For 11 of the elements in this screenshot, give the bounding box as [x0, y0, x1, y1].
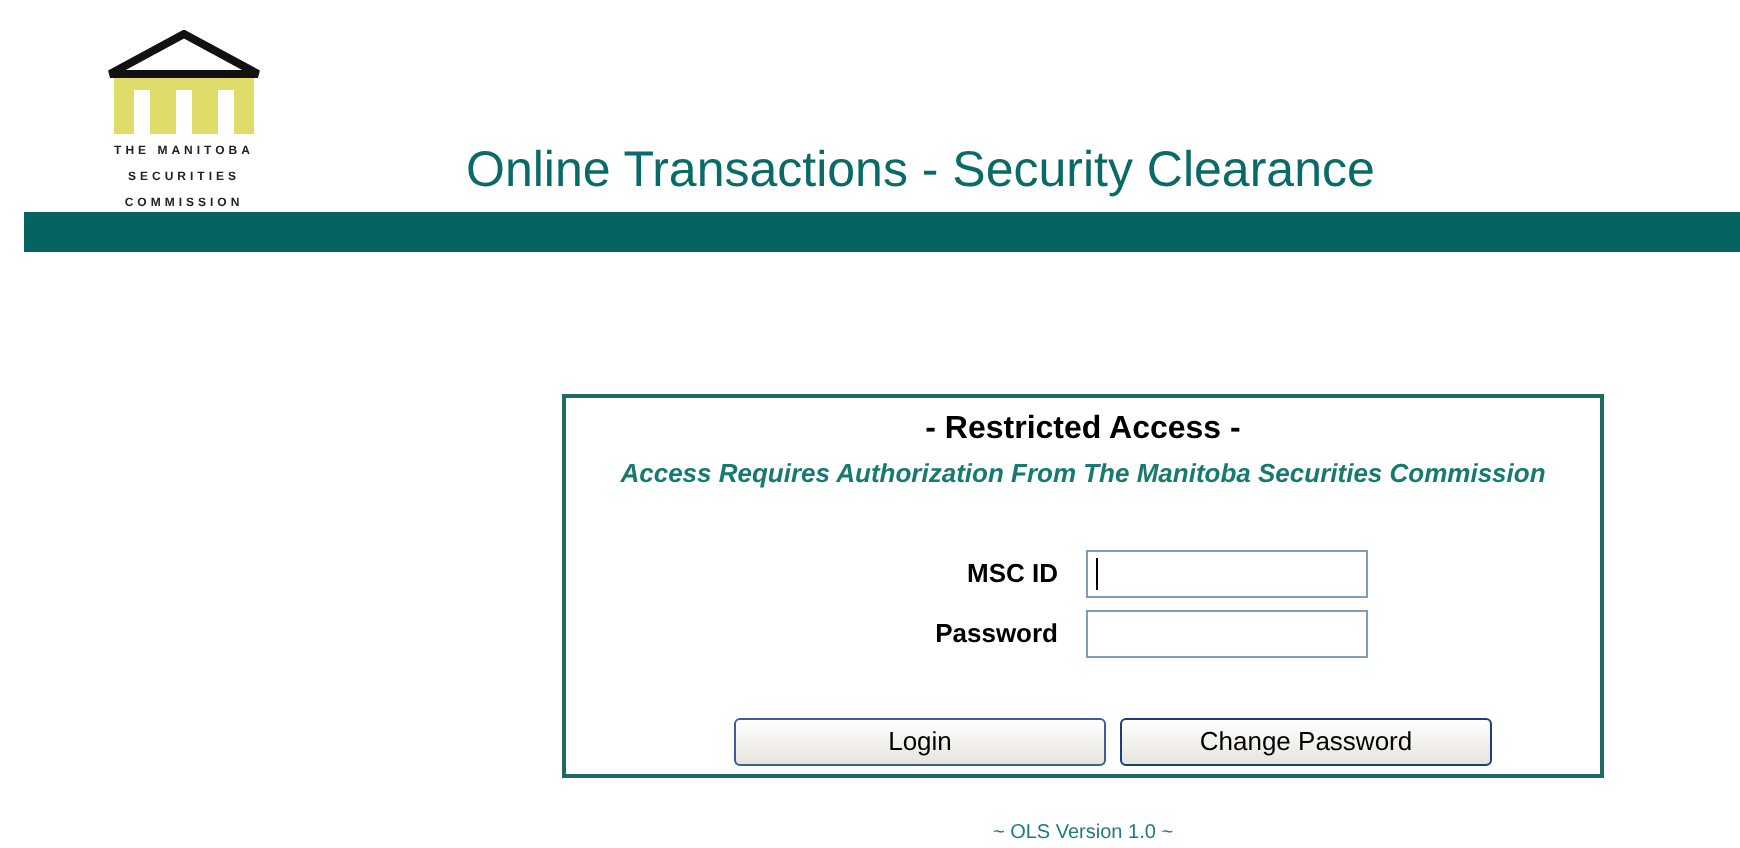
login-button[interactable]: Login [734, 717, 1106, 765]
field-label: Password [933, 615, 1060, 652]
input-field[interactable] [1086, 609, 1368, 657]
page-title: Online Transactions - Security Clearance [466, 139, 1375, 201]
input-field[interactable] [1086, 549, 1368, 597]
change-password-button[interactable]: Change Password [1120, 717, 1492, 765]
field-label: MSC ID [965, 555, 1060, 592]
panel-subheading: Access Requires Authorization From The Manitoba Securities Commission [620, 456, 1546, 492]
logo-icon [106, 30, 262, 134]
panel-heading: - Restricted Access - [925, 410, 1241, 450]
version-text: ~ OLS Version 1.0 ~ [992, 820, 1174, 848]
